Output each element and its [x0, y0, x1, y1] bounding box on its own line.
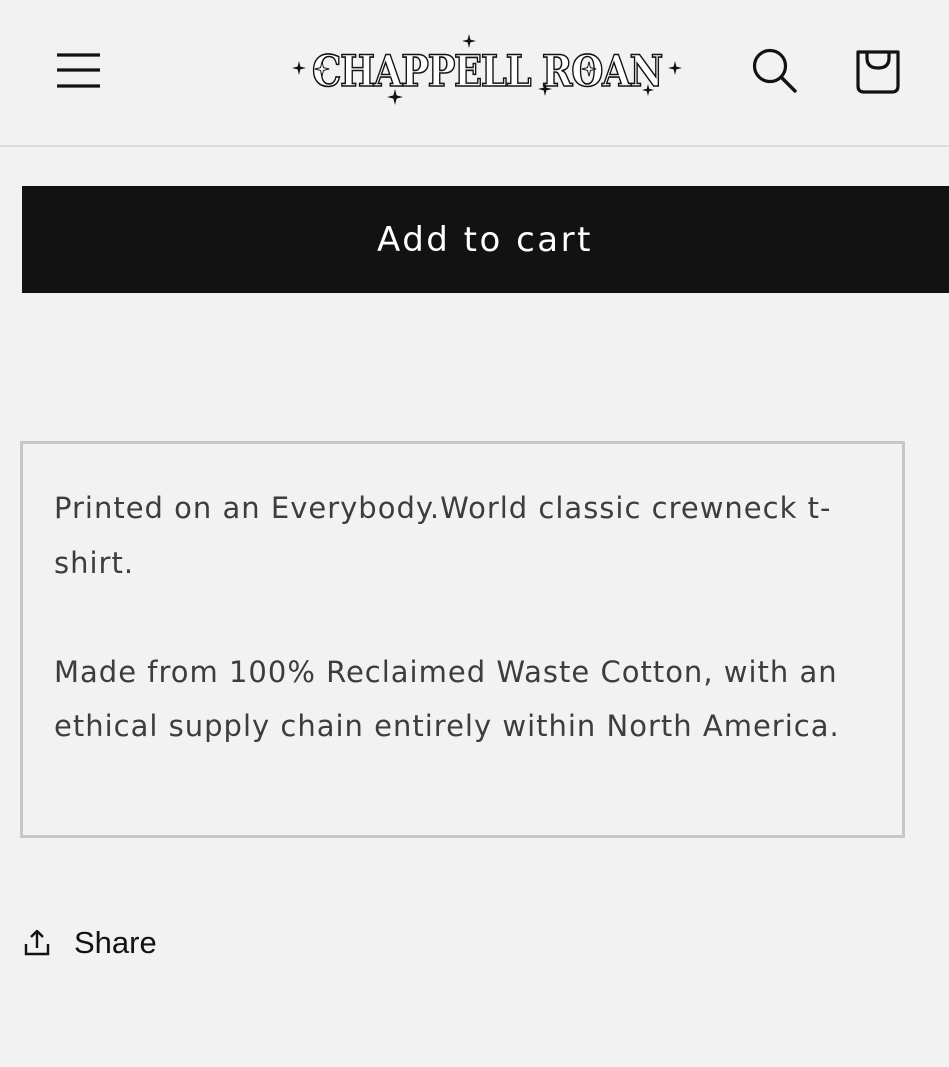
add-to-cart-label: Add to cart	[377, 219, 593, 260]
menu-button[interactable]	[50, 42, 106, 98]
search-icon	[752, 48, 797, 93]
share-label: Share	[74, 925, 157, 960]
chappell-roan-logo: CHAPPELL ROAN	[292, 34, 682, 105]
search-button[interactable]	[746, 42, 804, 100]
site-logo[interactable]: CHAPPELL ROAN	[292, 32, 682, 108]
cart-button[interactable]	[848, 40, 908, 100]
add-to-cart-button[interactable]: Add to cart	[22, 186, 949, 293]
description-paragraph-2: Made from 100% Reclaimed Waste Cotton, w…	[54, 654, 840, 744]
description-paragraph-1: Printed on an Everybody.World classic cr…	[54, 491, 832, 580]
share-upload-icon	[24, 929, 50, 956]
site-header: CHAPPELL ROAN	[0, 0, 949, 147]
share-button[interactable]: Share	[22, 918, 157, 968]
shopping-bag-icon	[856, 50, 900, 94]
hamburger-menu-icon	[57, 53, 100, 88]
product-description: Printed on an Everybody.World classic cr…	[20, 441, 905, 838]
logo-text: CHAPPELL ROAN	[312, 47, 662, 97]
